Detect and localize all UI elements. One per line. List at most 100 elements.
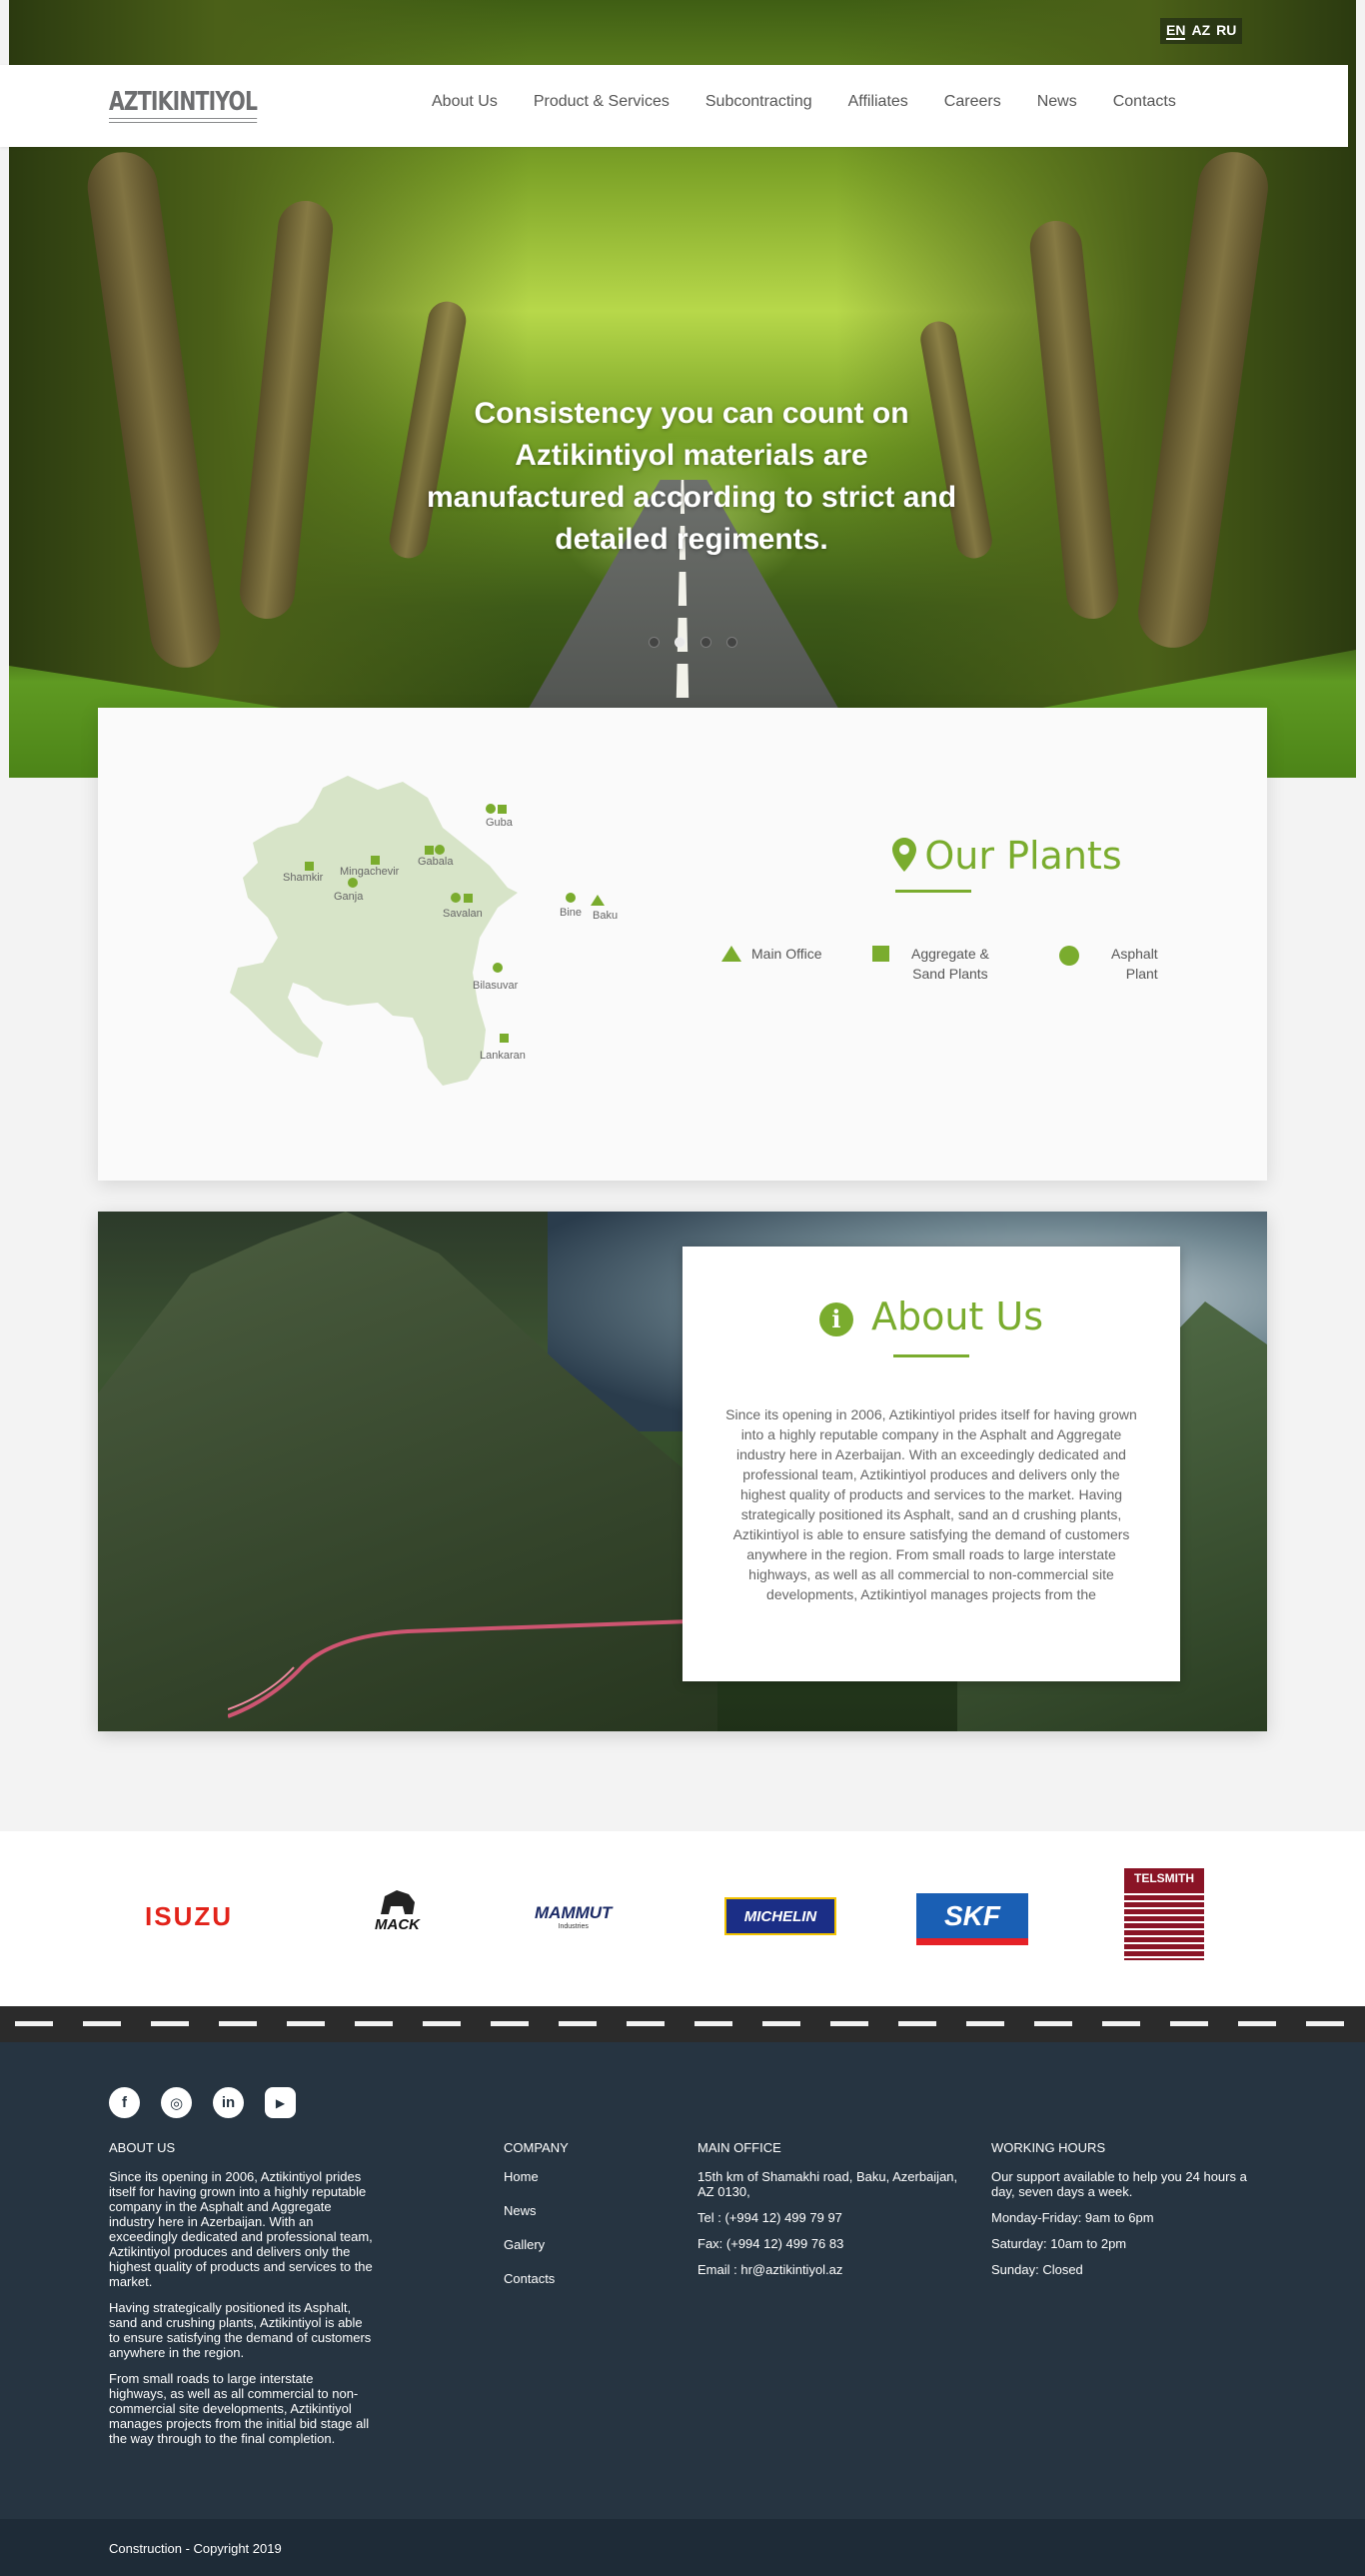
hero-caption-line: Consistency you can count on <box>474 397 909 430</box>
nav-contacts[interactable]: Contacts <box>1113 93 1176 111</box>
plants-title-text: Our Plants <box>924 834 1122 878</box>
footer-office-tel: Tel : (+994 12) 499 79 97 <box>697 2210 842 2225</box>
legend-aggregate: Aggregate & Sand Plants <box>872 944 989 984</box>
lang-ru[interactable]: RU <box>1216 22 1236 40</box>
map-marker-square <box>371 856 380 865</box>
road-dash <box>1170 2021 1208 2026</box>
site-logo[interactable]: AZTIKINTIYOL <box>109 87 258 123</box>
partners-logos: ISUZU MACK MAMMUT Industries MICHELIN SK… <box>0 1831 1365 2006</box>
road-dash <box>355 2021 393 2026</box>
map-marker-square <box>498 805 507 814</box>
legend-label: Asphalt <box>1111 946 1158 962</box>
skf-logo[interactable]: SKF <box>916 1893 1028 1945</box>
map-marker-circle <box>348 878 358 888</box>
michelin-logo-text: MICHELIN <box>743 1907 817 1925</box>
hero-caption: Consistency you can count on Aztikintiyo… <box>309 393 1074 561</box>
michelin-logo[interactable]: MICHELIN <box>724 1897 836 1935</box>
lang-az[interactable]: AZ <box>1191 22 1210 40</box>
mammut-logo-text: MAMMUT <box>535 1903 613 1922</box>
footer-about-paragraph: Since its opening in 2006, Aztikintiyol … <box>109 2169 373 2289</box>
telsmith-logo-text: TELSMITH <box>1124 1868 1204 1888</box>
our-plants-section: Guba Shamkir Mingachevir Gabala Ganja Sa… <box>98 708 1267 1181</box>
road-dash <box>762 2021 800 2026</box>
slider-dot[interactable] <box>726 637 737 648</box>
road-dash <box>423 2021 461 2026</box>
linkedin-icon[interactable]: in <box>213 2087 244 2118</box>
isuzu-logo[interactable]: ISUZU <box>145 1901 233 1932</box>
language-switcher: EN AZ RU <box>1160 18 1243 44</box>
mammut-logo[interactable]: MAMMUT Industries <box>535 1903 612 1930</box>
footer-company-column: COMPANY Home News Gallery Contacts <box>504 2140 654 2305</box>
nav-affiliates[interactable]: Affiliates <box>848 93 908 111</box>
facebook-icon[interactable]: f <box>109 2087 140 2118</box>
map-marker-circle <box>451 893 461 903</box>
legend-label: Sand Plants <box>912 966 988 982</box>
instagram-icon[interactable]: ◎ <box>161 2087 192 2118</box>
about-title: i About Us <box>682 1294 1180 1338</box>
footer-hours-column: WORKING HOURS Our support available to h… <box>991 2140 1256 2288</box>
footer-link-news[interactable]: News <box>504 2203 654 2218</box>
nav-news[interactable]: News <box>1037 93 1077 111</box>
about-title-underline <box>893 1354 969 1357</box>
telsmith-stripes <box>1124 1888 1204 1960</box>
road-dash <box>1102 2021 1140 2026</box>
map-marker-circle <box>435 845 445 855</box>
road-dash <box>559 2021 597 2026</box>
footer-link-gallery[interactable]: Gallery <box>504 2237 654 2252</box>
about-us-card: i About Us Since its opening in 2006, Azt… <box>682 1247 1180 1681</box>
footer-office-heading: MAIN OFFICE <box>697 2140 781 2155</box>
road-dash <box>1238 2021 1276 2026</box>
slider-dots <box>649 637 737 648</box>
legend-main-office: Main Office <box>721 944 822 964</box>
square-icon <box>872 946 889 962</box>
slider-dot[interactable] <box>649 637 660 648</box>
map-marker-circle <box>493 963 503 973</box>
map-city-label: Ganja <box>334 891 364 903</box>
road-dash <box>830 2021 868 2026</box>
legend-label: Aggregate & <box>911 946 989 962</box>
road-dash <box>694 2021 732 2026</box>
mack-logo[interactable]: MACK <box>350 1886 445 1933</box>
map-city-label: Mingachevir <box>340 866 400 878</box>
map-marker-triangle <box>591 895 605 906</box>
map-marker-square <box>305 862 314 871</box>
about-road-light-trail <box>228 1617 747 1718</box>
road-dash <box>898 2021 936 2026</box>
footer-about-column: ABOUT US Since its opening in 2006, Azti… <box>109 2140 374 2457</box>
road-dash <box>83 2021 121 2026</box>
nav-careers[interactable]: Careers <box>944 93 1001 111</box>
map-city-label: Shamkir <box>283 872 324 884</box>
plants-title-underline <box>895 890 971 893</box>
footer-hours-heading: WORKING HOURS <box>991 2140 1106 2155</box>
road-dash <box>287 2021 325 2026</box>
footer-hours-intro: Our support available to help you 24 hou… <box>991 2169 1247 2199</box>
map-city-label: Lankaran <box>480 1050 526 1062</box>
about-us-section: i About Us Since its opening in 2006, Azt… <box>98 1212 1267 1731</box>
map-marker-square <box>500 1034 509 1043</box>
copyright-bar: Construction - Copyright 2019 <box>0 2519 1365 2576</box>
road-dash <box>151 2021 189 2026</box>
lang-en[interactable]: EN <box>1166 22 1186 40</box>
youtube-icon[interactable]: ▶ <box>265 2087 296 2118</box>
triangle-icon <box>721 946 741 962</box>
legend-label: Main Office <box>751 946 822 962</box>
footer-link-contacts[interactable]: Contacts <box>504 2271 654 2286</box>
about-title-text: About Us <box>870 1294 1044 1338</box>
footer-hours-weekday: Monday-Friday: 9am to 6pm <box>991 2210 1154 2225</box>
map-city-label: Savalan <box>443 908 483 920</box>
bulldog-icon <box>380 1890 415 1914</box>
nav-about-us[interactable]: About Us <box>432 93 498 111</box>
slider-dot-active[interactable] <box>675 637 685 648</box>
map-marker-square <box>464 894 473 903</box>
footer-link-home[interactable]: Home <box>504 2169 654 2184</box>
azerbaijan-plants-map: Guba Shamkir Mingachevir Gabala Ganja Sa… <box>230 776 618 1086</box>
nav-products-services[interactable]: Product & Services <box>534 93 670 111</box>
circle-icon <box>1059 946 1079 966</box>
nav-subcontracting[interactable]: Subcontracting <box>705 93 812 111</box>
about-text: Since its opening in 2006, Aztikintiyol … <box>725 1406 1137 1602</box>
social-links: f ◎ in ▶ <box>109 2087 296 2118</box>
footer-office-email[interactable]: Email : hr@aztikintiyol.az <box>697 2262 967 2277</box>
slider-dot[interactable] <box>700 637 711 648</box>
telsmith-logo[interactable]: TELSMITH <box>1124 1868 1204 1966</box>
map-pin-icon <box>892 837 917 881</box>
